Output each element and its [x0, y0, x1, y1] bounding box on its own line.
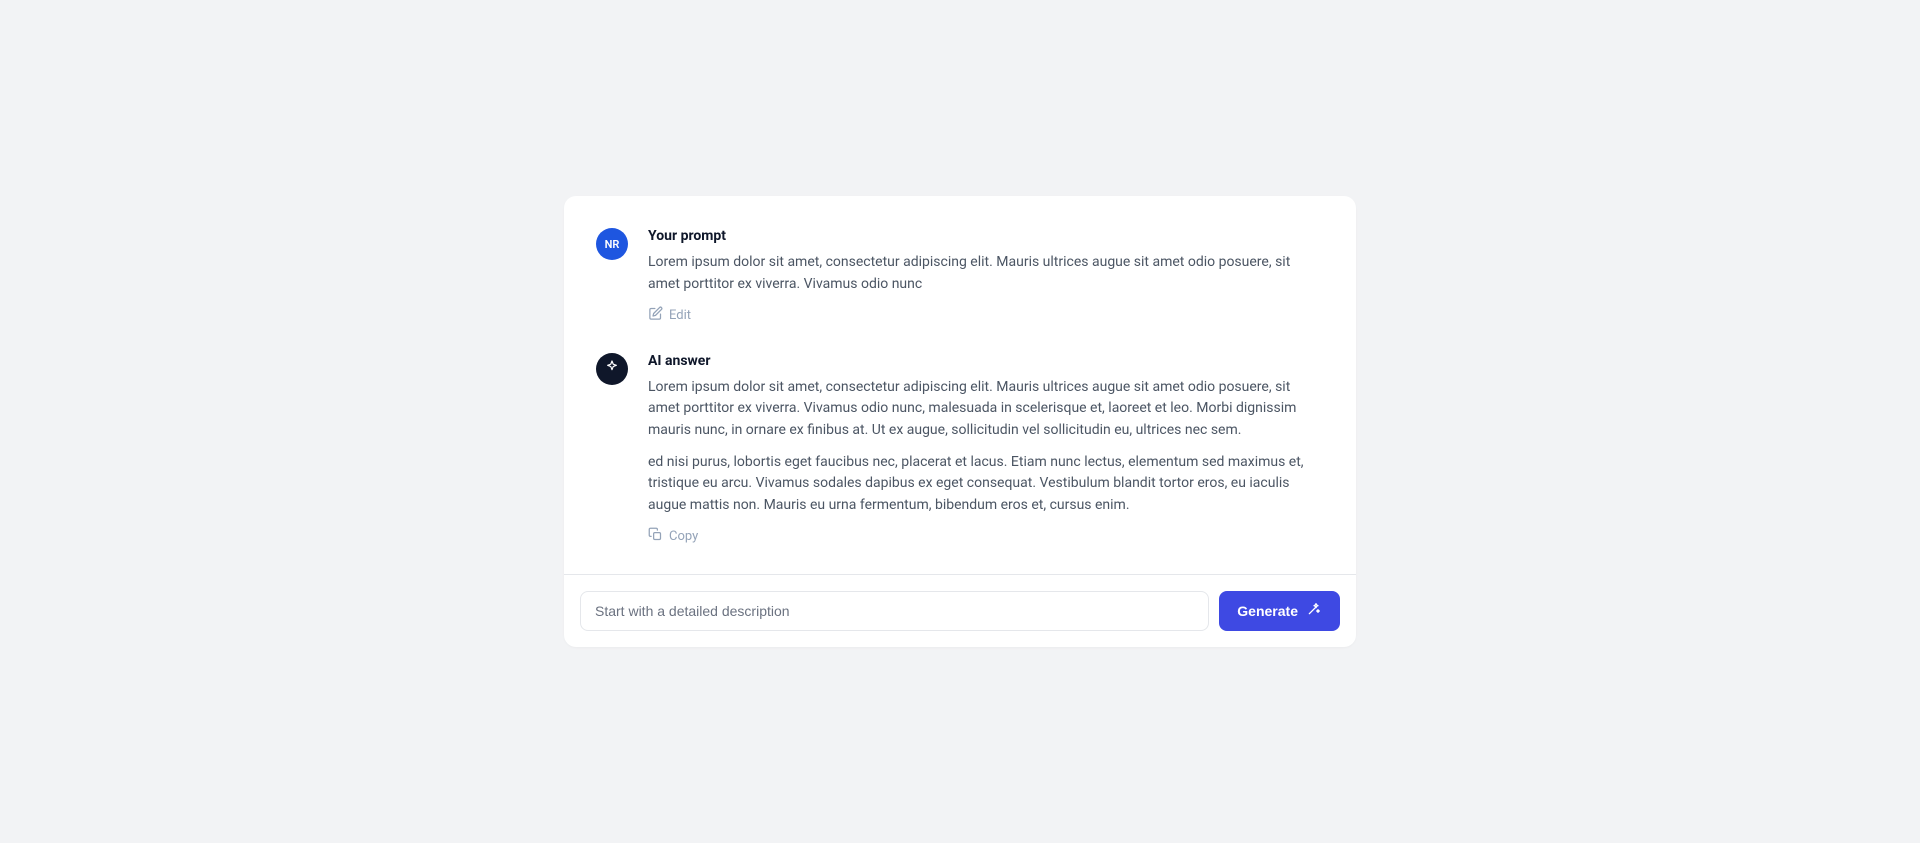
user-message-text: Lorem ipsum dolor sit amet, consectetur …	[648, 252, 1324, 295]
user-avatar-initials: NR	[605, 238, 620, 251]
ai-message-text-1: Lorem ipsum dolor sit amet, consectetur …	[648, 377, 1324, 442]
input-bar: Generate	[564, 574, 1356, 647]
edit-button[interactable]: Edit	[648, 306, 691, 325]
messages-area: NR Your prompt Lorem ipsum dolor sit ame…	[564, 196, 1356, 574]
copy-icon	[648, 527, 663, 546]
user-message: NR Your prompt Lorem ipsum dolor sit ame…	[596, 228, 1324, 324]
user-message-body: Your prompt Lorem ipsum dolor sit amet, …	[648, 228, 1324, 324]
copy-button[interactable]: Copy	[648, 527, 698, 546]
prompt-input[interactable]	[580, 591, 1209, 631]
chat-card: NR Your prompt Lorem ipsum dolor sit ame…	[564, 196, 1356, 647]
copy-label: Copy	[669, 529, 698, 544]
sparkle-icon	[604, 359, 620, 378]
ai-avatar	[596, 353, 628, 385]
ai-message-body: AI answer Lorem ipsum dolor sit amet, co…	[648, 353, 1324, 546]
user-avatar: NR	[596, 228, 628, 260]
edit-label: Edit	[669, 308, 691, 323]
user-message-title: Your prompt	[648, 228, 1324, 244]
ai-message-text-2: ed nisi purus, lobortis eget faucibus ne…	[648, 452, 1324, 517]
ai-message: AI answer Lorem ipsum dolor sit amet, co…	[596, 353, 1324, 546]
generate-button[interactable]: Generate	[1219, 591, 1340, 631]
edit-icon	[648, 306, 663, 325]
magic-wand-icon	[1306, 601, 1322, 620]
ai-message-title: AI answer	[648, 353, 1324, 369]
generate-label: Generate	[1237, 603, 1298, 619]
